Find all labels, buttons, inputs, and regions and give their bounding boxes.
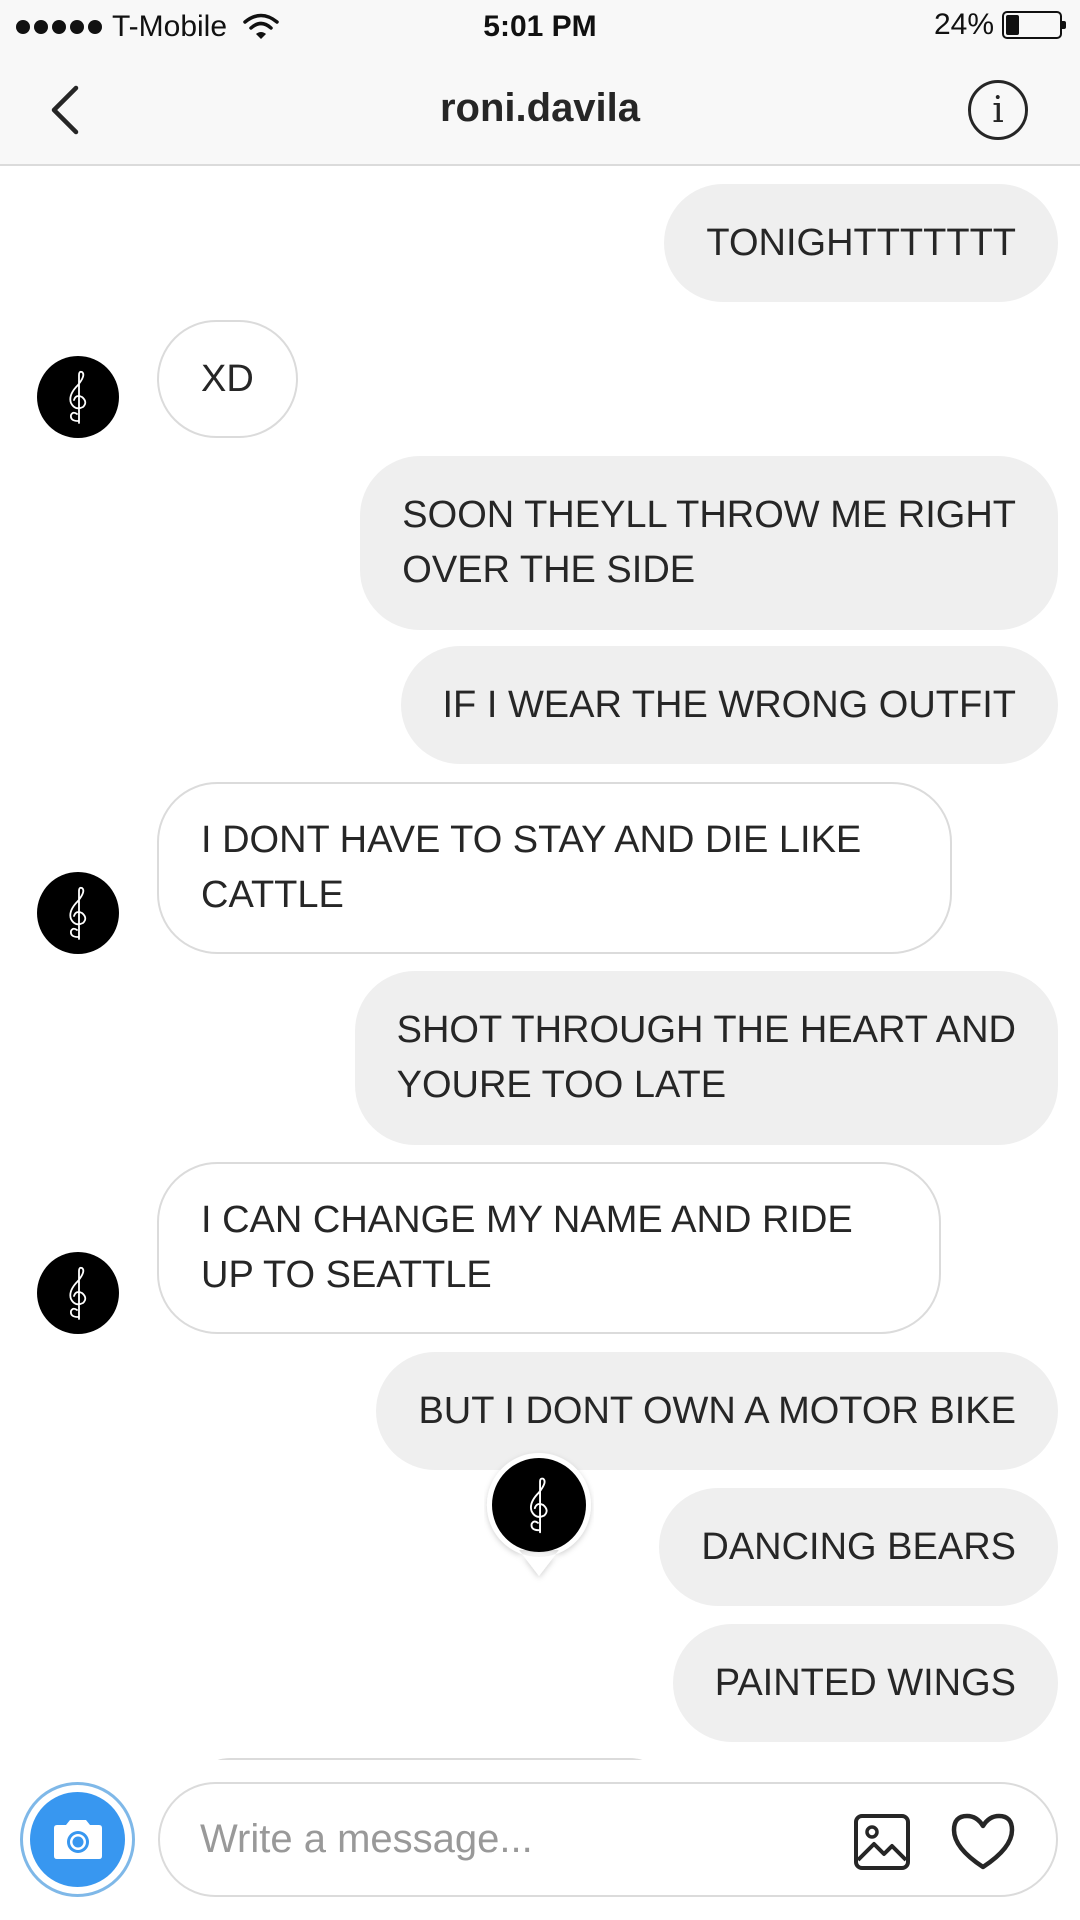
- treble-clef-icon: [529, 1477, 548, 1534]
- typing-avatar: [492, 1458, 586, 1552]
- message-bubble-outgoing[interactable]: PAINTED WINGS: [672, 1624, 1058, 1742]
- message-input-container: [158, 1782, 1058, 1897]
- battery-percent: 24%: [933, 8, 994, 41]
- image-gallery-icon: [854, 1814, 910, 1870]
- message-input[interactable]: [200, 1814, 760, 1864]
- message-bubble-outgoing[interactable]: TONIGHTTTTTTT: [664, 184, 1058, 302]
- conversation-title[interactable]: roni.davila: [0, 86, 1080, 131]
- battery-icon: [1002, 11, 1066, 39]
- typing-indicator: [484, 1450, 594, 1600]
- status-time: 5:01 PM: [483, 10, 597, 43]
- treble-clef-icon: [69, 1266, 87, 1320]
- message-bubble-outgoing[interactable]: IF I WEAR THE WRONG OUTFIT: [400, 646, 1058, 764]
- message-bubble-outgoing[interactable]: SHOT THROUGH THE HEART AND YOURE TOO LAT…: [354, 971, 1058, 1145]
- gallery-button[interactable]: [852, 1812, 912, 1872]
- treble-clef-icon: [69, 370, 87, 424]
- status-bar: T-Mobile 5:01 PM 24%: [0, 0, 1080, 56]
- sender-avatar[interactable]: [37, 872, 119, 954]
- conversation-header: roni.davila i: [0, 56, 1080, 166]
- info-icon: i: [992, 89, 1004, 131]
- message-bubble-outgoing[interactable]: SOON THEYLL THROW ME RIGHT OVER THE SIDE: [360, 456, 1058, 630]
- treble-clef-icon: [69, 886, 87, 940]
- camera-icon: [30, 1792, 125, 1887]
- message-composer: [0, 1760, 1080, 1920]
- status-right: 24%: [933, 8, 1066, 42]
- message-bubble-outgoing[interactable]: BUT I DONT OWN A MOTOR BIKE: [376, 1352, 1058, 1470]
- heart-button[interactable]: [950, 1812, 1016, 1872]
- info-button[interactable]: i: [968, 80, 1028, 140]
- sender-avatar[interactable]: [37, 1252, 119, 1334]
- message-bubble-incoming[interactable]: I CAN CHANGE MY NAME AND RIDE UP TO SEAT…: [157, 1162, 941, 1334]
- battery-fill: [1006, 15, 1020, 35]
- sender-avatar[interactable]: [37, 356, 119, 438]
- message-bubble-outgoing[interactable]: DANCING BEARS: [659, 1488, 1058, 1606]
- camera-button[interactable]: [20, 1782, 135, 1897]
- message-bubble-incoming[interactable]: I DONT HAVE TO STAY AND DIE LIKE CATTLE: [157, 782, 952, 954]
- message-bubble-incoming[interactable]: XD: [157, 320, 298, 438]
- heart-icon: [951, 1813, 1015, 1870]
